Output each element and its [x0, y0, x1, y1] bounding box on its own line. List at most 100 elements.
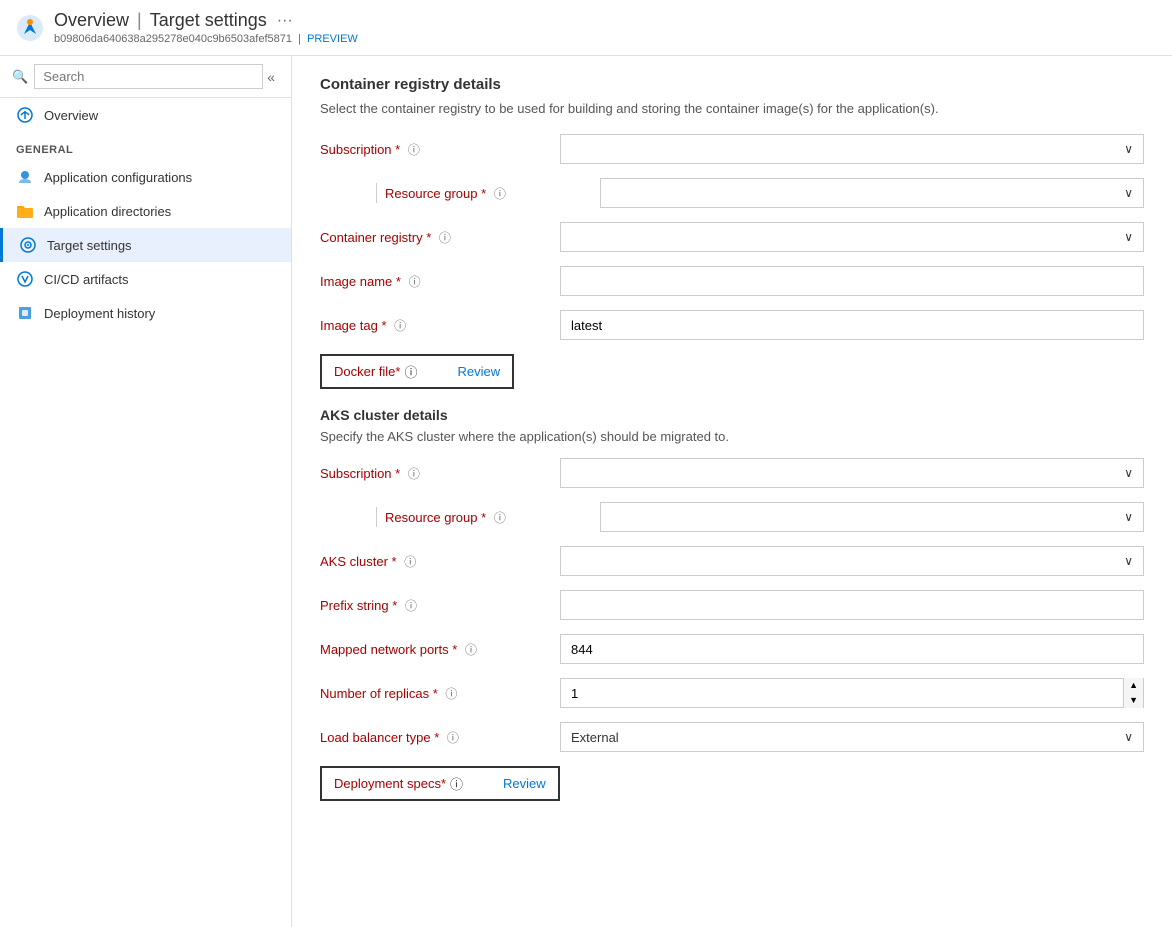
collapse-button[interactable]: « — [263, 67, 279, 87]
deployment-specs-info-icon[interactable]: ⓘ — [450, 774, 463, 793]
docker-file-review-link[interactable]: Review — [458, 364, 501, 379]
aks-cluster-control: ∨ — [560, 546, 1144, 576]
search-input[interactable] — [34, 64, 263, 89]
aks-resource-group-row: Resource group * ⓘ ∨ — [320, 502, 1144, 532]
image-name-control — [560, 266, 1144, 296]
aks-cluster-row: AKS cluster * ⓘ ∨ — [320, 546, 1144, 576]
search-icon: 🔍 — [12, 69, 28, 85]
aks-cluster-label: AKS cluster * ⓘ — [320, 553, 560, 570]
aks-cluster-dropdown[interactable]: ∨ — [560, 546, 1144, 576]
sidebar-item-deployment-history[interactable]: Deployment history — [0, 296, 291, 330]
cloud-config-icon — [16, 168, 34, 186]
subscription-info-icon[interactable]: ⓘ — [408, 143, 420, 157]
load-balancer-control: External∨ — [560, 722, 1144, 752]
sidebar: 🔍 « Overview General Application configu… — [0, 56, 292, 927]
image-tag-input[interactable] — [560, 310, 1144, 340]
mapped-network-ports-row: Mapped network ports * ⓘ — [320, 634, 1144, 664]
prefix-string-control — [560, 590, 1144, 620]
container-registry-dropdown[interactable]: ∨ — [560, 222, 1144, 252]
deployment-specs-review-link[interactable]: Review — [503, 776, 546, 791]
aks-cluster-info-icon[interactable]: ⓘ — [404, 555, 416, 569]
sidebar-item-app-dirs[interactable]: Application directories — [0, 194, 291, 228]
aks-subscription-dropdown[interactable]: ∨ — [560, 458, 1144, 488]
sidebar-item-app-configs-label: Application configurations — [44, 170, 192, 185]
header-page-title: Target settings — [150, 10, 267, 31]
prefix-string-row: Prefix string * ⓘ — [320, 590, 1144, 620]
container-registry-section: Container registry details Select the co… — [320, 76, 1144, 389]
load-balancer-row: Load balancer type * ⓘ External∨ — [320, 722, 1144, 752]
cicd-icon — [16, 270, 34, 288]
header-more-button[interactable]: ··· — [277, 12, 293, 30]
target-settings-icon — [19, 236, 37, 254]
docker-file-info-icon[interactable]: ⓘ — [404, 362, 417, 381]
folder-icon — [16, 202, 34, 220]
aks-cluster-desc: Specify the AKS cluster where the applic… — [320, 429, 1144, 444]
resource-id: b09806da640638a295278e040c9b6503afef5871 — [54, 33, 292, 45]
replicas-spinners: ▲ ▼ — [1123, 678, 1143, 708]
resource-group-info-icon[interactable]: ⓘ — [494, 187, 506, 201]
image-name-input[interactable] — [560, 266, 1144, 296]
cloud-icon — [16, 106, 34, 124]
preview-badge: PREVIEW — [307, 33, 358, 45]
aks-resource-group-info-icon[interactable]: ⓘ — [494, 511, 506, 525]
docker-file-label: Docker file — [334, 364, 395, 379]
mapped-ports-input[interactable] — [560, 634, 1144, 664]
image-name-label: Image name * ⓘ — [320, 273, 560, 290]
main-content: Container registry details Select the co… — [292, 56, 1172, 927]
aks-resource-group-dropdown[interactable]: ∨ — [600, 502, 1144, 532]
replicas-number-input[interactable] — [561, 681, 1123, 706]
replicas-decrement-button[interactable]: ▼ — [1124, 693, 1143, 708]
header-subtitle: b09806da640638a295278e040c9b6503afef5871… — [54, 33, 358, 45]
container-registry-info-icon[interactable]: ⓘ — [439, 231, 451, 245]
chevron-down-icon: ∨ — [1124, 510, 1133, 524]
azure-logo — [16, 14, 44, 42]
image-tag-label: Image tag * ⓘ — [320, 317, 560, 334]
load-balancer-dropdown[interactable]: External∨ — [560, 722, 1144, 752]
header-separator: | — [137, 10, 142, 31]
subscription-dropdown[interactable]: ∨ — [560, 134, 1144, 164]
container-registry-title: Container registry details — [320, 76, 1144, 93]
sidebar-item-deployment-label: Deployment history — [44, 306, 155, 321]
aks-cluster-title: AKS cluster details — [320, 407, 1144, 423]
sidebar-item-app-configs[interactable]: Application configurations — [0, 160, 291, 194]
aks-cluster-section: AKS cluster details Specify the AKS clus… — [320, 407, 1144, 801]
load-balancer-label: Load balancer type * ⓘ — [320, 729, 560, 746]
replicas-info-icon[interactable]: ⓘ — [445, 687, 457, 701]
image-tag-info-icon[interactable]: ⓘ — [394, 319, 406, 333]
aks-subscription-info-icon[interactable]: ⓘ — [408, 467, 420, 481]
chevron-down-icon: ∨ — [1124, 186, 1133, 200]
resource-group-label: Resource group * ⓘ — [385, 185, 506, 202]
deployment-specs-label: Deployment specs — [334, 776, 441, 791]
mapped-ports-info-icon[interactable]: ⓘ — [465, 643, 477, 657]
aks-subscription-control: ∨ — [560, 458, 1144, 488]
mapped-ports-control — [560, 634, 1144, 664]
header-overview: Overview — [54, 10, 129, 31]
sidebar-item-app-dirs-label: Application directories — [44, 204, 171, 219]
resource-group-row: Resource group * ⓘ ∨ — [320, 178, 1144, 208]
prefix-string-input[interactable] — [560, 590, 1144, 620]
header: Overview | Target settings ··· b09806da6… — [0, 0, 1172, 56]
chevron-down-icon: ∨ — [1124, 730, 1133, 744]
image-tag-control — [560, 310, 1144, 340]
aks-subscription-row: Subscription * ⓘ ∨ — [320, 458, 1144, 488]
chevron-down-icon: ∨ — [1124, 554, 1133, 568]
sidebar-item-cicd-label: CI/CD artifacts — [44, 272, 129, 287]
load-balancer-info-icon[interactable]: ⓘ — [447, 731, 459, 745]
resource-group-dropdown[interactable]: ∨ — [600, 178, 1144, 208]
chevron-down-icon: ∨ — [1124, 466, 1133, 480]
container-registry-control: ∨ — [560, 222, 1144, 252]
image-name-info-icon[interactable]: ⓘ — [409, 275, 421, 289]
sidebar-item-cicd-artifacts[interactable]: CI/CD artifacts — [0, 262, 291, 296]
aks-resource-group-label: Resource group * ⓘ — [385, 509, 506, 526]
prefix-string-info-icon[interactable]: ⓘ — [405, 599, 417, 613]
docker-file-box: Docker file * ⓘ Review — [320, 354, 514, 389]
sidebar-general-label: General — [0, 132, 291, 160]
aks-subscription-label: Subscription * ⓘ — [320, 465, 560, 482]
replicas-increment-button[interactable]: ▲ — [1124, 678, 1143, 693]
deployment-icon — [16, 304, 34, 322]
replicas-number-input-wrap: ▲ ▼ — [560, 678, 1144, 708]
subscription-control: ∨ — [560, 134, 1144, 164]
sidebar-item-target-settings[interactable]: Target settings — [0, 228, 291, 262]
aks-resource-group-control: ∨ — [600, 502, 1144, 532]
sidebar-item-overview[interactable]: Overview — [0, 98, 291, 132]
